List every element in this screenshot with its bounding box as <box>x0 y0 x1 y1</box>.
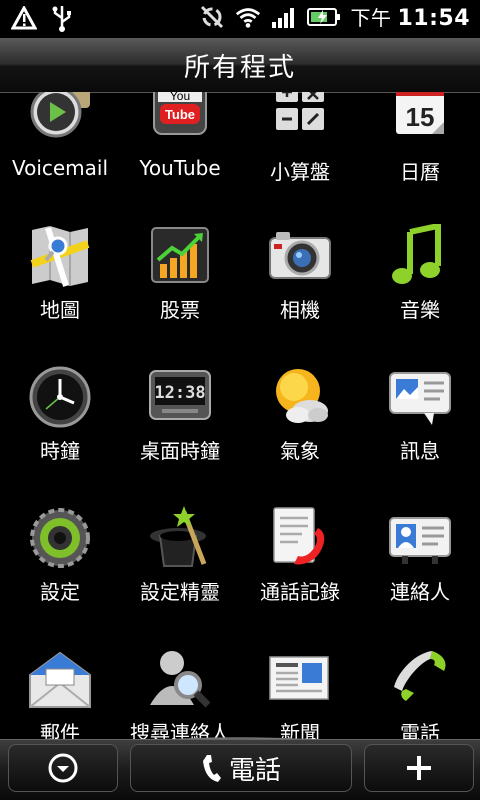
contacts-icon <box>389 517 451 564</box>
wifi-icon <box>234 3 262 31</box>
app-camera[interactable]: 相機 <box>240 224 360 323</box>
clock-icon <box>29 366 91 428</box>
app-messages[interactable]: 訊息 <box>360 365 480 464</box>
youtube-icon: You Tube <box>153 92 207 135</box>
sync-off-icon <box>198 3 226 31</box>
news-icon <box>269 656 329 700</box>
app-setup-wizard[interactable]: 設定精靈 <box>120 506 240 605</box>
svg-text:15: 15 <box>406 102 435 132</box>
app-settings[interactable]: 設定 <box>0 506 120 605</box>
setup-wizard-icon <box>150 506 207 567</box>
status-clock: 下午 11:54 <box>350 6 470 31</box>
phone-handset-icon <box>202 755 221 782</box>
music-icon <box>392 224 441 284</box>
svg-text:Tube: Tube <box>165 107 195 122</box>
mail-icon <box>29 651 91 708</box>
bottom-dock: 電話 <box>0 728 480 800</box>
app-music[interactable]: 音樂 <box>360 224 480 323</box>
maps-icon <box>30 226 90 287</box>
all-apps-title-bar: 所有程式 <box>0 38 480 93</box>
app-clock[interactable]: 時鐘 <box>0 365 120 464</box>
weather-icon <box>276 369 328 423</box>
battery-charging-icon <box>306 3 342 31</box>
app-desk-clock[interactable]: 12:38 桌面時鐘 <box>120 365 240 464</box>
collapse-apps-button[interactable] <box>8 744 118 792</box>
page-title: 所有程式 <box>183 52 296 83</box>
status-bar: 下午 11:54 <box>0 0 480 38</box>
signal-icon <box>270 3 298 31</box>
svg-text:12:38: 12:38 <box>154 383 205 403</box>
phone-dock-button[interactable]: 電話 <box>130 744 352 792</box>
warning-icon <box>10 4 38 32</box>
voicemail-icon <box>30 92 90 138</box>
phone-icon <box>394 651 446 701</box>
stocks-icon <box>151 227 209 283</box>
plus-icon <box>407 756 431 780</box>
app-call-history[interactable]: 通話記錄 <box>240 506 360 605</box>
app-maps[interactable]: 地圖 <box>0 224 120 323</box>
call-history-icon <box>273 507 325 565</box>
usb-icon <box>48 4 76 32</box>
svg-text:You: You <box>170 92 190 103</box>
camera-icon <box>269 232 331 279</box>
app-calendar[interactable]: 15 日曆 <box>360 92 480 185</box>
app-stocks[interactable]: 股票 <box>120 224 240 323</box>
desk-clock-icon: 12:38 <box>149 370 211 420</box>
chevron-down-icon <box>48 753 78 783</box>
calendar-icon: 15 <box>396 92 444 134</box>
app-grid[interactable]: Voicemail You Tube You Tube 小算盤 15 日曆 地圖 股… <box>0 92 480 742</box>
app-contacts[interactable]: 連絡人 <box>360 506 480 605</box>
app-youtube[interactable]: You Tube You Tube <box>120 92 240 180</box>
settings-icon <box>30 508 90 568</box>
search-contacts-icon <box>150 651 211 708</box>
calculator-icon <box>276 92 324 130</box>
app-weather[interactable]: 氣象 <box>240 365 360 464</box>
app-voicemail[interactable]: Voicemail <box>0 92 120 180</box>
add-to-home-button[interactable] <box>364 744 474 792</box>
app-calculator[interactable]: 小算盤 <box>240 92 360 185</box>
messages-icon <box>389 372 451 425</box>
